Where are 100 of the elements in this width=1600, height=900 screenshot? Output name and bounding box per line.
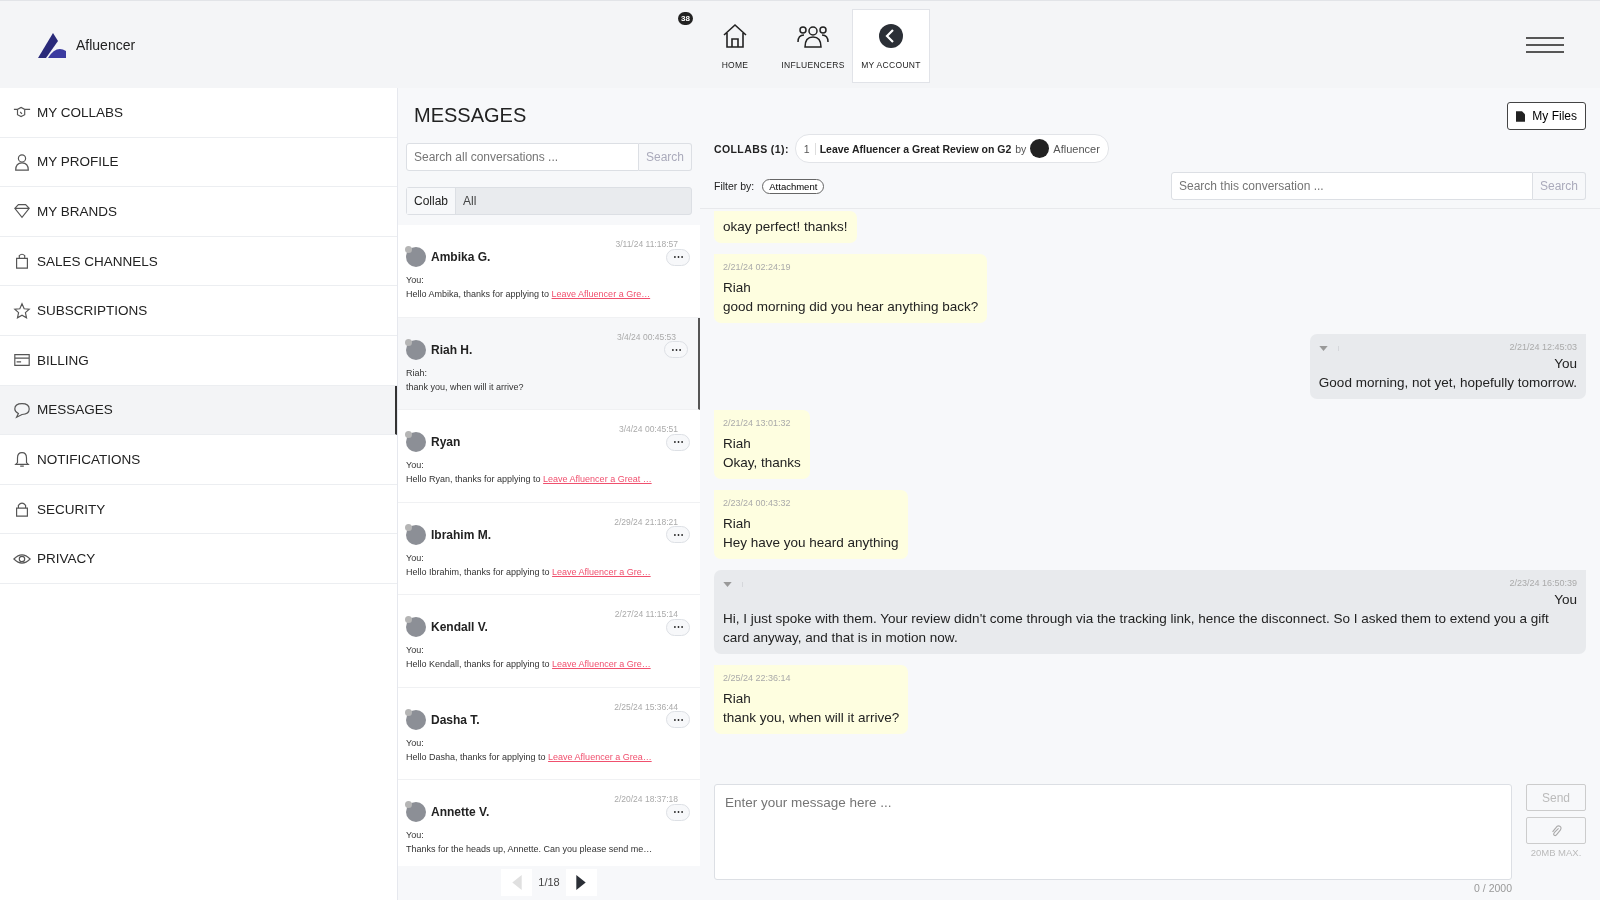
- more-button[interactable]: [666, 711, 690, 728]
- avatar: [406, 617, 426, 637]
- conversation-time: 3/4/24 00:45:51: [617, 424, 679, 434]
- conversation-item[interactable]: 3/11/24 11:18:57 Ambika G. You: Hello Ambika, thanks for applying to Leave Afluencer a Gre…: [398, 225, 700, 318]
- more-button[interactable]: [666, 433, 690, 451]
- filter-label: Filter by:: [714, 180, 755, 192]
- message-text: Okay, thanks: [723, 454, 801, 472]
- sender-name: Riah: [723, 515, 752, 533]
- brand-label: Afluencer: [1053, 142, 1100, 155]
- file-icon: [1516, 110, 1526, 122]
- sender-label: You:: [406, 830, 425, 840]
- avatar: [406, 247, 426, 267]
- more-button[interactable]: [666, 526, 690, 543]
- contact-name: Dasha T.: [431, 712, 481, 727]
- conversation-item[interactable]: 2/25/24 15:36:44 Dasha T. You: Hello Dasha, thanks for applying to Leave Afluencer a Grea…: [398, 687, 700, 780]
- lock-icon: [13, 500, 31, 519]
- bag-icon: [13, 252, 31, 271]
- avatar: [406, 432, 426, 452]
- bell-icon: [13, 450, 31, 469]
- message-text: Hey have you heard anything: [723, 534, 899, 552]
- left-triangle-icon: [511, 874, 522, 890]
- sidebar-item[interactable]: MY COLLABS: [0, 88, 397, 138]
- sidebar-item[interactable]: MESSAGES: [0, 385, 397, 436]
- sender-label: You:: [406, 645, 425, 655]
- page-indicator: 1/18: [538, 876, 560, 888]
- home-icon: [721, 22, 749, 50]
- next-page-button[interactable]: [565, 868, 597, 896]
- collab-chip[interactable]: 1 Leave Afluencer a Great Review on G2 by Afluencer: [794, 134, 1109, 163]
- collab-link[interactable]: Leave Afluencer a Gre…: [552, 566, 651, 577]
- message-preview: Hello Ambika, thanks for applying to Leave Afluencer a Gre…: [406, 289, 652, 299]
- sidebar-item[interactable]: MY BRANDS: [0, 187, 397, 237]
- sidebar-item[interactable]: SALES CHANNELS: [0, 236, 397, 287]
- sidebar-item[interactable]: SECURITY: [0, 484, 397, 535]
- sidebar-item[interactable]: SUBSCRIPTIONS: [0, 286, 397, 336]
- more-icon: [673, 718, 683, 721]
- contact-name: Ambika G.: [431, 250, 492, 264]
- message-input[interactable]: Enter your message here ...: [714, 784, 1512, 880]
- more-button[interactable]: [666, 618, 690, 636]
- collab-link[interactable]: Leave Afluencer a Gre…: [552, 659, 651, 669]
- sidebar-item[interactable]: MY PROFILE: [0, 137, 397, 188]
- my-files-button[interactable]: My Files: [1507, 102, 1586, 130]
- sender-label: You:: [406, 460, 425, 470]
- nav-tab[interactable]: INFLUENCERS: [774, 9, 852, 83]
- sidebar-item[interactable]: NOTIFICATIONS: [0, 435, 397, 485]
- conversation-item[interactable]: 2/29/24 21:18:21 Ibrahim M. You: Hello Ibrahim, thanks for applying to Leave Afluencer a Gre…: [398, 502, 700, 595]
- attachment-filter-tag[interactable]: Attachment: [762, 178, 825, 194]
- contact-name: Ibrahim M.: [431, 527, 492, 542]
- message-text: Hi, I just spoke with them. Your review didn't come through via the tracking link, hence the disconnect. So I asked them to extend you a gift card anyway, and that is in motion now.: [723, 610, 1550, 647]
- avatar: [406, 339, 426, 360]
- message-time: 2/21/24 13:01:32: [723, 417, 792, 430]
- message-preview: Hello Kendall, thanks for applying to Leave Afluencer a Gre…: [406, 659, 652, 669]
- caret-icon[interactable]: [1318, 346, 1339, 351]
- conversation-time: 2/25/24 15:36:44: [613, 701, 679, 712]
- sender-name: You: [1553, 591, 1577, 609]
- collab-link[interactable]: Leave Afluencer a Grea…: [548, 751, 652, 762]
- conversation-item[interactable]: 2/27/24 11:15:14 Kendall V. You: Hello Kendall, thanks for applying to Leave Afluencer a Gre…: [398, 595, 700, 688]
- contact-name: Kendall V.: [431, 620, 489, 634]
- more-button[interactable]: [666, 803, 690, 821]
- by-label: by: [1015, 142, 1027, 155]
- avatar: [406, 524, 426, 545]
- collab-link[interactable]: Leave Afluencer a Great …: [543, 474, 652, 484]
- more-icon: [671, 348, 681, 351]
- more-button[interactable]: [666, 248, 690, 266]
- notification-badge: 38: [678, 12, 693, 25]
- conversation-time: 3/11/24 11:18:57: [614, 239, 679, 249]
- collab-link[interactable]: Leave Afluencer a Gre…: [551, 289, 651, 299]
- message-time: 2/23/24 16:50:39: [1509, 577, 1577, 590]
- collabs-label: COLLABS (1):: [714, 142, 789, 155]
- character-counter: 0 / 2000: [1473, 882, 1512, 894]
- filter-value: All: [462, 193, 478, 210]
- message-text: Good morning, not yet, hopefully tomorrow.: [1318, 374, 1577, 392]
- back-icon: [877, 22, 905, 50]
- contact-name: Ryan: [431, 435, 462, 449]
- sidebar-item[interactable]: PRIVACY: [0, 534, 397, 584]
- message-time: 2/21/24 02:24:19: [723, 261, 792, 274]
- menu-icon[interactable]: [1526, 36, 1564, 53]
- sender-name: Riah: [723, 435, 752, 453]
- more-button[interactable]: [664, 341, 688, 358]
- more-icon: [673, 533, 683, 536]
- contact-name: Annette V.: [431, 805, 491, 819]
- sender-label: You:: [406, 275, 425, 285]
- conversation-item[interactable]: 3/4/24 00:45:53 Riah H. Riah: thank you, when will it arrive?: [398, 317, 700, 410]
- sender-label: You:: [406, 737, 425, 748]
- size-limit: 20MB MAX.: [1529, 847, 1583, 858]
- collab-filter[interactable]: Collab All: [406, 187, 692, 215]
- collab-title: Leave Afluencer a Great Review on G2: [819, 142, 1012, 155]
- contact-name: Riah H.: [431, 342, 474, 357]
- nav-tab[interactable]: MY ACCOUNT: [852, 9, 930, 83]
- conversation-time: 3/4/24 00:45:53: [615, 331, 677, 342]
- avatar: [406, 802, 426, 822]
- search-field[interactable]: Search all conversations ...: [406, 143, 639, 171]
- message-preview: thank you, when will it arrive?: [406, 381, 525, 392]
- conversation-item[interactable]: 3/4/24 00:45:51 Ryan You: Hello Ryan, thanks for applying to Leave Afluencer a Great …: [398, 410, 700, 503]
- brand-avatar: [1030, 139, 1050, 158]
- caret-icon[interactable]: [723, 582, 743, 587]
- conversation-time: 2/27/24 11:15:14: [613, 609, 679, 619]
- sender-name: Riah: [723, 690, 752, 708]
- sidebar-item[interactable]: BILLING: [0, 335, 397, 386]
- nav-tab[interactable]: HOME: [696, 9, 774, 83]
- conversation-search-field[interactable]: Search this conversation ...: [1170, 172, 1533, 200]
